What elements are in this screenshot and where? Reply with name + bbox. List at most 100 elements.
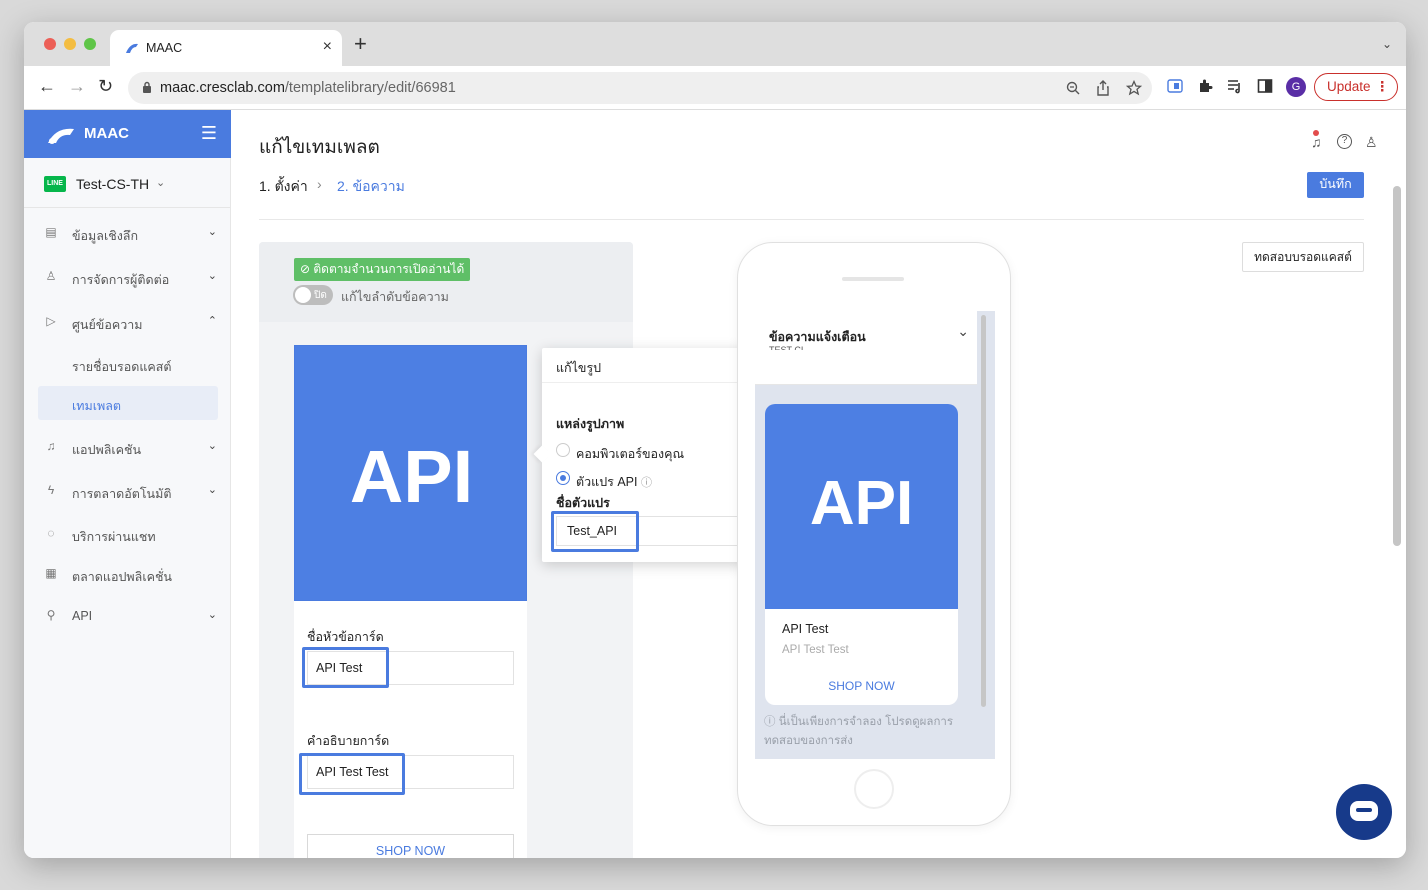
- address-bar[interactable]: maac.cresclab.com/templatelibrary/edit/6…: [128, 72, 1152, 104]
- store-icon: ▦: [45, 566, 57, 580]
- step-settings[interactable]: 1. ตั้งค่า: [259, 176, 308, 198]
- reorder-toggle[interactable]: ปิด: [293, 285, 333, 305]
- card-editor: API ชื่อหัวข้อการ์ด API Test คำอธิบายการ…: [294, 345, 527, 858]
- browser-tab[interactable]: MAAC ×: [110, 30, 342, 66]
- phone-screen: ข้อความแจ้งเตือน TEST CI ⌄ API API Test …: [755, 311, 995, 759]
- test-broadcast-button[interactable]: ทดสอบบรอดแคสต์: [1242, 242, 1364, 272]
- back-arrow-icon[interactable]: ←: [38, 76, 56, 97]
- extensions-puzzle-icon[interactable]: [1197, 78, 1213, 94]
- card-button-editor[interactable]: SHOP NOW: [307, 834, 514, 858]
- sidebar-item-broadcast-list[interactable]: รายชื่อบรอดแคสต์: [24, 347, 231, 381]
- translate-extension-icon[interactable]: [1167, 78, 1183, 94]
- notification-dot: [1313, 130, 1319, 136]
- forward-arrow-icon[interactable]: →: [68, 76, 86, 97]
- account-name: Test-CS-TH: [76, 176, 150, 192]
- sidebar: MAAC ☰ LINE Test-CS-TH ⌄ ▤ ข้อมูลเชิงลึก…: [24, 110, 231, 858]
- preview-scrollbar[interactable]: [981, 315, 986, 707]
- toggle-state: ปิด: [314, 290, 327, 301]
- chat-support-button[interactable]: [1336, 784, 1392, 840]
- sidebar-item-templates[interactable]: เทมเพลต: [38, 386, 218, 420]
- save-button[interactable]: บันทึก: [1307, 172, 1364, 198]
- url-text: maac.cresclab.com/templatelibrary/edit/6…: [160, 80, 456, 96]
- info-icon: ⓘ: [764, 716, 776, 728]
- browser-toolbar: ← → ↻ maac.cresclab.com/templatelibrary/…: [24, 66, 1406, 110]
- step-message[interactable]: 2. ข้อความ: [337, 176, 405, 198]
- brand-bar: MAAC ☰: [24, 110, 231, 158]
- sidebar-item-label: การจัดการผู้ติดต่อ: [72, 273, 170, 287]
- preview-card-title: API Test: [782, 622, 829, 636]
- sidebar-item-applications[interactable]: ♫ แอปพลิเคชัน ⌄: [24, 430, 231, 464]
- sidebar-item-message-center[interactable]: ▷ ศูนย์ข้อความ ⌃: [24, 305, 231, 339]
- reload-icon[interactable]: ↻: [98, 76, 113, 97]
- chevron-down-icon: ⌄: [207, 609, 217, 621]
- media-queue-icon[interactable]: [1227, 78, 1243, 94]
- sidebar-item-label: แอปพลิเคชัน: [72, 443, 142, 457]
- option-api-label: ตัวแปร API ⓘ: [576, 475, 652, 489]
- hamburger-menu-icon[interactable]: ☰: [201, 123, 217, 144]
- user-account-icon[interactable]: ♙: [1365, 134, 1378, 151]
- sidebar-item-label: ข้อมูลเชิงลึก: [72, 229, 139, 243]
- info-icon[interactable]: ⓘ: [641, 477, 652, 489]
- sidebar-item-contacts[interactable]: ♙ การจัดการผู้ติดต่อ ⌄: [24, 260, 231, 294]
- chat-icon: ◌: [47, 526, 55, 540]
- line-badge-icon: LINE: [44, 176, 66, 192]
- highlight-box: [299, 753, 405, 795]
- sidebar-item-app-market[interactable]: ▦ ตลาดแอปพลิเคชั่น: [24, 557, 231, 591]
- phone-speaker: [842, 277, 904, 281]
- editor-options: ⊘ ติดตามจำนวนการเปิดอ่านได้ ปิด แก้ไขลำด…: [259, 242, 633, 322]
- sidebar-item-label: รายชื่อบรอดแคสต์: [72, 360, 172, 374]
- sidebar-item-label: บริการผ่านแชท: [72, 530, 156, 544]
- check-circle-icon: ⊘: [300, 262, 314, 276]
- preview-card: API API Test API Test Test SHOP NOW: [765, 404, 958, 705]
- sidebar-item-label: การตลาดอัตโนมัติ: [72, 487, 172, 501]
- profile-avatar[interactable]: G: [1286, 77, 1306, 97]
- image-source-label: แหล่งรูปภาพ: [556, 417, 625, 431]
- maximize-window-button[interactable]: [84, 38, 96, 50]
- tab-search-chevron-icon[interactable]: ⌄: [1382, 37, 1392, 51]
- card-image-text: API: [349, 435, 474, 518]
- help-icon[interactable]: ?: [1337, 134, 1352, 149]
- side-panel-icon[interactable]: [1257, 78, 1273, 94]
- close-tab-icon[interactable]: ×: [323, 38, 332, 56]
- sidebar-item-insights[interactable]: ▤ ข้อมูลเชิงลึก ⌄: [24, 216, 231, 250]
- new-tab-button[interactable]: +: [354, 33, 367, 55]
- sidebar-item-label: เทมเพลต: [72, 399, 122, 413]
- notification-label: ข้อความแจ้งเตือน: [769, 330, 866, 344]
- sidebar-item-label: ตลาดแอปพลิเคชั่น: [72, 570, 172, 584]
- card-image[interactable]: API: [294, 345, 527, 601]
- link-icon: ⚲: [46, 608, 56, 622]
- radio-computer[interactable]: [556, 443, 570, 457]
- minimize-window-button[interactable]: [64, 38, 76, 50]
- notification-preview[interactable]: ข้อความแจ้งเตือน TEST CI ⌄: [755, 311, 977, 385]
- chat-bubble-icon: [1350, 801, 1378, 821]
- chevron-down-icon: ⌄: [207, 270, 217, 282]
- sidebar-item-api[interactable]: ⚲ API ⌄: [24, 599, 231, 633]
- sidebar-item-chat-service[interactable]: ◌ บริการผ่านแชท: [24, 517, 231, 551]
- radio-api-variable[interactable]: [556, 471, 570, 485]
- bookmark-star-icon[interactable]: [1126, 80, 1142, 96]
- popover-title: แก้ไขรูป: [556, 361, 602, 375]
- highlight-box: [302, 647, 389, 688]
- preview-card-image: API: [765, 404, 958, 609]
- preview-card-description: API Test Test: [782, 644, 849, 656]
- main-content: แก้ไขเทมเพลต ♫ ? ♙ 1. ตั้งค่า › 2. ข้อคว…: [231, 110, 1406, 858]
- account-switcher[interactable]: LINE Test-CS-TH ⌄: [24, 158, 231, 208]
- sidebar-item-automation[interactable]: ϟ การตลาดอัตโนมัติ ⌄: [24, 474, 231, 508]
- reorder-label: แก้ไขลำดับข้อความ: [341, 290, 449, 304]
- zoom-icon[interactable]: [1066, 81, 1080, 95]
- option-computer-label: คอมพิวเตอร์ของคุณ: [576, 447, 685, 461]
- send-icon: ▷: [46, 314, 56, 328]
- lock-icon: [143, 81, 151, 93]
- page-title: แก้ไขเทมเพลต: [259, 137, 380, 158]
- close-window-button[interactable]: [44, 38, 56, 50]
- share-icon[interactable]: [1096, 80, 1110, 96]
- preview-disclaimer: ⓘ นี่เป็นเพียงการจำลอง โปรดดูผลการทดสอบข…: [764, 716, 954, 747]
- notification-bell-icon[interactable]: ♫: [1311, 134, 1322, 150]
- header-divider: [259, 219, 1364, 220]
- notification-text: TEST CI: [769, 345, 804, 350]
- tab-strip: MAAC × + ⌄: [24, 22, 1406, 66]
- chevron-down-icon: ⌄: [207, 484, 217, 496]
- update-button[interactable]: Update ⋮: [1314, 73, 1398, 101]
- maac-logo-icon: [48, 128, 74, 144]
- page-scrollbar[interactable]: [1393, 186, 1401, 546]
